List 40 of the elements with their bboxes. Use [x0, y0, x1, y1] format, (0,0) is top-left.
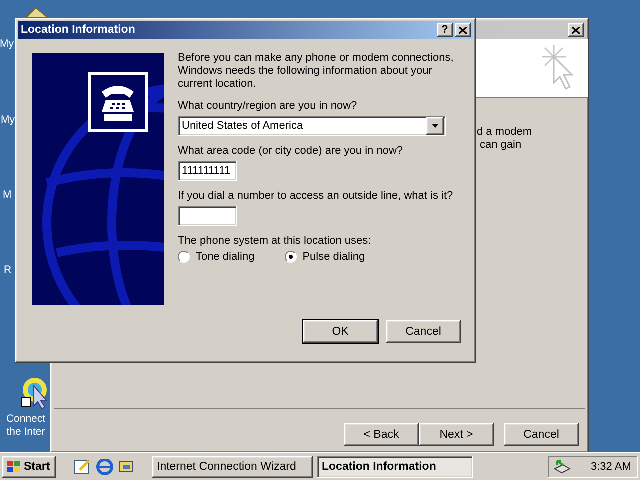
close-icon	[459, 26, 467, 34]
taskbar-button[interactable]: Internet Connection Wizard	[152, 456, 313, 478]
close-button[interactable]	[568, 23, 584, 37]
body-text: can gain	[480, 139, 523, 152]
taskbar-button[interactable]: Location Information	[317, 456, 473, 478]
desktop-icon-label[interactable]: My	[0, 38, 14, 50]
wizard-button[interactable]: < Back	[344, 423, 419, 446]
radio-label: Pulse dialing	[302, 251, 366, 263]
window-title: Location Information	[21, 24, 136, 36]
browser-icon[interactable]	[96, 458, 114, 474]
wizard-button[interactable]: Next >	[419, 423, 494, 446]
body-text: d a modem	[477, 126, 534, 139]
close-button[interactable]	[455, 23, 471, 37]
close-icon	[572, 26, 580, 34]
radio-button[interactable]	[284, 251, 297, 263]
connection-wizard-icon[interactable]	[20, 376, 50, 410]
dialog-button[interactable]: Cancel	[386, 320, 461, 343]
wizard-button[interactable]: Cancel	[504, 423, 579, 446]
country-label: What country/region are you in now?	[178, 100, 358, 112]
start-button[interactable]: Start	[2, 456, 56, 478]
phone-system-label: The phone system at this location uses:	[178, 235, 372, 247]
desktop-icon-label[interactable]: My	[1, 114, 15, 126]
telephone-icon	[88, 72, 148, 132]
desktop-icon-label[interactable]: R	[4, 264, 12, 276]
area-code-label: What area code (or city code) are you in now?	[178, 145, 404, 157]
area-code-field[interactable]: 111111111	[178, 161, 237, 181]
radio-label: Tone dialing	[196, 251, 255, 263]
desktop-icon-label[interactable]: Connect the Inter	[3, 413, 49, 439]
dialog-button[interactable]: OK	[303, 320, 378, 343]
intro-text: Before you can make any phone or modem connections, Windows needs the following information about your current location.	[178, 52, 455, 91]
outside-line-field[interactable]	[178, 206, 237, 226]
help-button[interactable]: ?	[437, 23, 453, 37]
cursor-sparkle-icon	[540, 43, 576, 93]
network-icon[interactable]	[553, 458, 571, 474]
clock: 3:32 AM	[591, 460, 632, 472]
windows-logo-icon	[7, 460, 21, 472]
country-dropdown[interactable]: United States of America	[178, 116, 446, 136]
outside-line-label: If you dial a number to access an outside line, what is it?	[178, 190, 454, 202]
desktop-icon-label[interactable]: M	[3, 189, 12, 201]
radio-button[interactable]	[178, 251, 190, 263]
